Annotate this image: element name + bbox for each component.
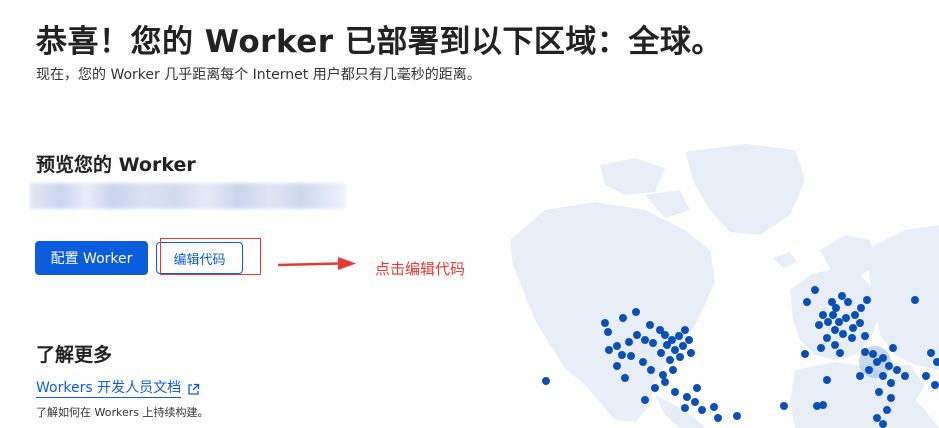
worker-url-redacted[interactable]	[30, 183, 346, 209]
external-link-icon	[188, 383, 200, 395]
page-subtitle: 现在，您的 Worker 几乎距离每个 Internet 用户都只有几毫秒的距离…	[36, 67, 481, 83]
page-title: 恭喜！您的 Worker 已部署到以下区域：全球。	[36, 24, 723, 60]
learn-more-heading: 了解更多	[36, 344, 113, 366]
workers-docs-description: 了解如何在 Workers 上持续构建。	[36, 406, 209, 419]
edit-code-button[interactable]: 编辑代码	[156, 242, 243, 274]
annotation-label: 点击编辑代码	[375, 260, 466, 278]
map-landmass	[510, 144, 939, 428]
preview-heading: 预览您的 Worker	[36, 154, 196, 176]
global-network-map	[510, 144, 939, 428]
workers-docs-link-text: Workers 开发人员文档	[36, 380, 182, 398]
annotation-arrow	[277, 257, 356, 270]
workers-docs-link[interactable]: Workers 开发人员文档	[36, 380, 200, 398]
configure-worker-button[interactable]: 配置 Worker	[35, 241, 148, 275]
